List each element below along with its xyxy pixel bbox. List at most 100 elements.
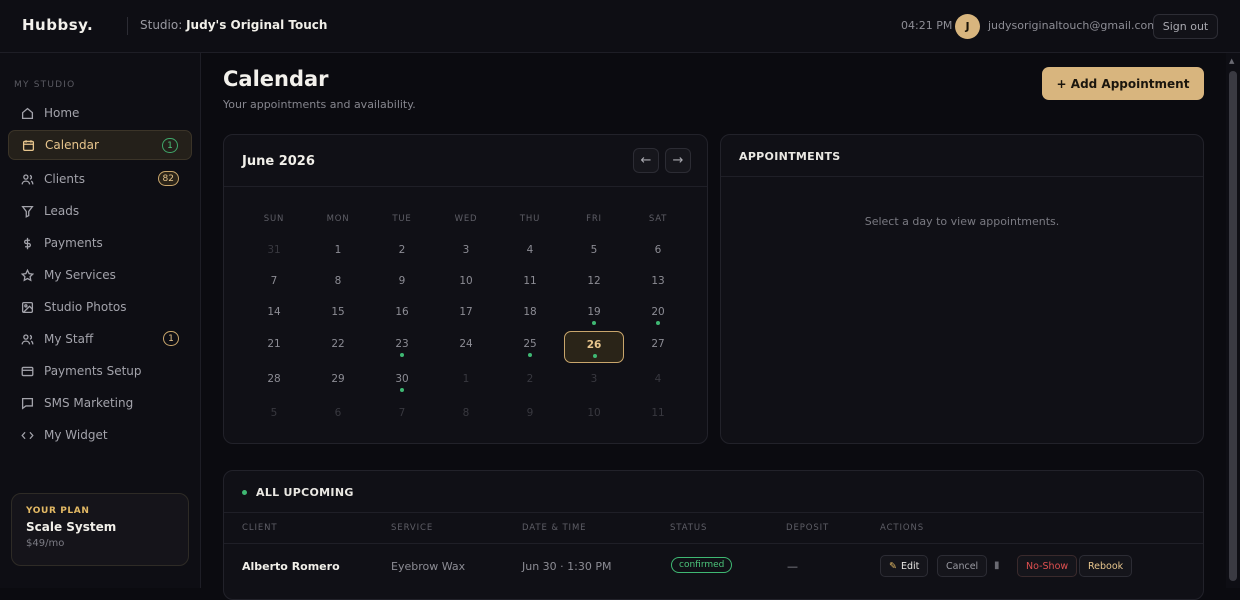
sidebar-item-leads[interactable]: Leads: [8, 196, 192, 226]
calendar-day[interactable]: 14: [244, 299, 304, 331]
column-header-service[interactable]: SERVICE: [391, 523, 433, 533]
avatar[interactable]: J: [955, 14, 980, 39]
column-header-datetime[interactable]: DATE & TIME: [522, 523, 586, 533]
sidebar-item-label: My Staff: [44, 332, 94, 346]
calendar-day[interactable]: 25: [500, 331, 560, 363]
calendar-day[interactable]: 27: [628, 331, 688, 363]
add-appointment-button[interactable]: + Add Appointment: [1042, 67, 1204, 100]
column-header-status[interactable]: STATUS: [670, 523, 707, 533]
logo[interactable]: Hubbsy.: [22, 16, 93, 34]
calendar-day[interactable]: 16: [372, 299, 432, 331]
sidebar-item-my-staff[interactable]: My Staff 1: [8, 324, 192, 354]
calendar-day[interactable]: 8: [308, 268, 368, 300]
calendar-day[interactable]: 6: [628, 237, 688, 269]
rebook-button[interactable]: Rebook: [1079, 555, 1133, 577]
edit-button[interactable]: ✎ Edit: [880, 555, 929, 577]
next-month-button[interactable]: →: [665, 148, 691, 173]
day-number: 30: [395, 373, 409, 385]
plan-card[interactable]: YOUR PLAN Scale System $49/mo: [11, 493, 189, 566]
day-number: 18: [523, 306, 537, 318]
calendar-day[interactable]: 21: [244, 331, 304, 363]
prev-month-button[interactable]: ←: [633, 148, 659, 173]
sidebar-item-payments[interactable]: Payments: [8, 228, 192, 258]
sidebar-item-my-services[interactable]: My Services: [8, 260, 192, 290]
calendar-day[interactable]: 24: [436, 331, 496, 363]
sign-out-button[interactable]: Sign out: [1153, 14, 1218, 39]
day-number: 7: [398, 407, 406, 419]
sidebar-item-home[interactable]: Home: [8, 98, 192, 128]
sidebar-item-my-widget[interactable]: My Widget: [8, 420, 192, 450]
calendar-day[interactable]: 12: [564, 268, 624, 300]
calendar-day[interactable]: 4: [628, 366, 688, 398]
calendar-day[interactable]: 2: [500, 366, 560, 398]
day-number: 16: [395, 306, 409, 318]
calendar-day[interactable]: 11: [500, 268, 560, 300]
client-name[interactable]: Alberto Romero: [242, 560, 340, 573]
appointments-empty-message: Select a day to view appointments.: [864, 215, 1060, 228]
cancel-button[interactable]: Cancel: [937, 555, 988, 577]
scroll-thumb[interactable]: [1229, 71, 1237, 581]
calendar-day[interactable]: 22: [308, 331, 368, 363]
day-number: 9: [526, 407, 534, 419]
day-number: 2: [526, 373, 534, 385]
calendar-day[interactable]: 15: [308, 299, 368, 331]
calendar-day[interactable]: 3: [436, 237, 496, 269]
calendar-day[interactable]: 10: [436, 268, 496, 300]
scrollbar[interactable]: ▲: [1226, 53, 1240, 588]
calendar-day[interactable]: 20: [628, 299, 688, 331]
sidebar-item-studio-photos[interactable]: Studio Photos: [8, 292, 192, 322]
calendar-day[interactable]: 7: [372, 400, 432, 432]
studio-label: Studio:: [140, 18, 183, 32]
calendar-day[interactable]: 19: [564, 299, 624, 331]
calendar-day[interactable]: 26: [564, 331, 624, 363]
calendar-day[interactable]: 4: [500, 237, 560, 269]
column-header-deposit[interactable]: DEPOSIT: [786, 523, 829, 533]
sidebar-item-label: Payments: [44, 236, 103, 250]
calendar-day[interactable]: 6: [308, 400, 368, 432]
column-header-client[interactable]: CLIENT: [242, 523, 278, 533]
appointments-card: APPOINTMENTS Select a day to view appoin…: [720, 134, 1204, 444]
sidebar: MY STUDIO Home Calendar 1 Clients 82 Leads Pay…: [0, 53, 201, 588]
calendar-day[interactable]: 17: [436, 299, 496, 331]
day-number: 8: [462, 407, 470, 419]
calendar-day[interactable]: 5: [564, 237, 624, 269]
day-number: 15: [331, 306, 345, 318]
calendar-day[interactable]: 10: [564, 400, 624, 432]
calendar-day[interactable]: 9: [372, 268, 432, 300]
calendar-day[interactable]: 23: [372, 331, 432, 363]
day-number: 5: [270, 407, 278, 419]
sidebar-item-sms-marketing[interactable]: SMS Marketing: [8, 388, 192, 418]
trash-icon[interactable]: ▮: [994, 560, 1004, 572]
calendar-day[interactable]: 28: [244, 366, 304, 398]
day-number: 9: [398, 275, 406, 287]
weekday-label: SAT: [648, 214, 668, 224]
calendar-day[interactable]: 13: [628, 268, 688, 300]
upcoming-title: ALL UPCOMING: [256, 486, 354, 499]
sidebar-item-clients[interactable]: Clients 82: [8, 164, 192, 194]
calendar-day[interactable]: 5: [244, 400, 304, 432]
scroll-up-icon[interactable]: ▲: [1229, 57, 1234, 65]
user-email: judysoriginaltouch@gmail.com: [988, 19, 1158, 32]
calendar-day[interactable]: 2: [372, 237, 432, 269]
no-show-button[interactable]: No-Show: [1017, 555, 1078, 577]
calendar-day[interactable]: 29: [308, 366, 368, 398]
calendar-day[interactable]: 9: [500, 400, 560, 432]
day-number: 6: [654, 244, 662, 256]
calendar-day[interactable]: 30: [372, 366, 432, 398]
calendar-day[interactable]: 7: [244, 268, 304, 300]
calendar-day[interactable]: 11: [628, 400, 688, 432]
dollar-icon: [20, 236, 34, 250]
day-number: 14: [267, 306, 281, 318]
sidebar-item-calendar[interactable]: Calendar 1: [8, 130, 192, 160]
calendar-day[interactable]: 1: [308, 237, 368, 269]
calendar-day[interactable]: 18: [500, 299, 560, 331]
weekday-label: FRI: [586, 214, 602, 224]
sidebar-item-payments-setup[interactable]: Payments Setup: [8, 356, 192, 386]
live-dot: [242, 490, 247, 495]
weekday-label: TUE: [392, 214, 412, 224]
day-number: 17: [459, 306, 473, 318]
calendar-day[interactable]: 3: [564, 366, 624, 398]
calendar-day[interactable]: 1: [436, 366, 496, 398]
calendar-day[interactable]: 8: [436, 400, 496, 432]
calendar-day[interactable]: 31: [244, 237, 304, 269]
